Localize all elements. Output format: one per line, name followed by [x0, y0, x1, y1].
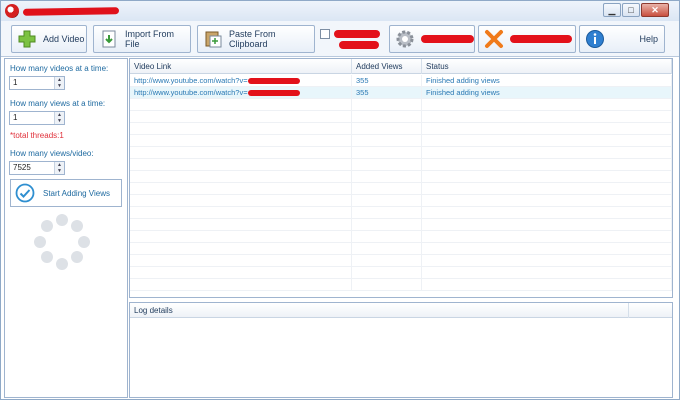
column-header-status[interactable]: Status [422, 59, 672, 74]
views-at-time-value: 1 [13, 113, 18, 122]
plus-icon [17, 29, 37, 49]
add-video-button[interactable]: Add Video [11, 25, 87, 53]
empty-row [130, 171, 672, 183]
close-button[interactable]: ✕ [641, 3, 669, 17]
clipboard-icon [203, 29, 223, 49]
spinner-dot [71, 251, 83, 263]
stepper-arrows-icon[interactable]: ▲ ▼ [54, 77, 64, 89]
views-at-time-label: How many views at a time: [10, 99, 106, 108]
spinner-dot [34, 236, 46, 248]
settings-label-redaction [421, 35, 474, 43]
settings-button[interactable] [389, 25, 475, 53]
link-redaction [247, 78, 300, 85]
spinner-dot [41, 220, 53, 232]
info-icon [585, 29, 605, 49]
empty-row [130, 207, 672, 219]
empty-row [130, 267, 672, 279]
views-per-video-label: How many views/video: [10, 149, 94, 158]
spinner-dot [41, 251, 53, 263]
empty-row [130, 99, 672, 111]
stepper-arrows-icon[interactable]: ▲ ▼ [54, 162, 64, 174]
stop-button[interactable] [478, 25, 576, 53]
video-link-cell: http://www.youtube.com/watch?v= [130, 87, 352, 99]
empty-row [130, 279, 672, 291]
empty-row [130, 183, 672, 195]
option-checkbox[interactable] [320, 29, 330, 39]
checkbox-label-redaction [334, 30, 380, 38]
start-adding-views-label: Start Adding Views [43, 188, 111, 198]
app-icon [5, 4, 19, 18]
table-header: Video Link Added Views Status [130, 59, 672, 74]
stop-label-redaction [510, 35, 572, 43]
empty-row [130, 111, 672, 123]
views-per-video-stepper[interactable]: 7525 ▲ ▼ [9, 161, 65, 175]
empty-row [130, 231, 672, 243]
help-button[interactable]: Help [579, 25, 665, 53]
videos-at-time-value: 1 [13, 78, 18, 87]
settings-panel: How many videos at a time: 1 ▲ ▼ How many… [4, 58, 128, 398]
maximize-button[interactable]: □ [622, 3, 640, 17]
views-at-time-stepper[interactable]: 1 ▲ ▼ [9, 111, 65, 125]
import-file-icon [99, 29, 119, 49]
log-header-label: Log details [134, 306, 173, 315]
table-row[interactable]: http://www.youtube.com/watch?v= 355 Fini… [130, 75, 672, 87]
status-cell: Finished adding views [422, 87, 672, 99]
import-from-file-label: Import From File [125, 29, 175, 49]
views-per-video-value: 7525 [13, 163, 31, 172]
videos-at-time-label: How many videos at a time: [10, 64, 109, 73]
video-link-text: http://www.youtube.com/watch?v= [134, 76, 248, 85]
videos-at-time-stepper[interactable]: 1 ▲ ▼ [9, 76, 65, 90]
spinner-dot [56, 258, 68, 270]
help-label: Help [639, 34, 658, 44]
video-table[interactable]: Video Link Added Views Status http://www… [129, 58, 673, 298]
added-views-cell: 355 [352, 87, 422, 99]
import-from-file-button[interactable]: Import From File [93, 25, 191, 53]
column-header-video-link[interactable]: Video Link [130, 59, 352, 74]
minimize-button[interactable]: ▁ [603, 3, 621, 17]
column-header-added-views[interactable]: Added Views [352, 59, 422, 74]
title-bar: ▁ □ ✕ [1, 1, 679, 21]
table-row[interactable]: http://www.youtube.com/watch?v= 355 Fini… [130, 87, 672, 99]
empty-row [130, 195, 672, 207]
empty-row [130, 255, 672, 267]
empty-row [130, 147, 672, 159]
title-redaction [22, 7, 120, 16]
checkmark-circle-icon [15, 183, 35, 203]
log-panel[interactable]: Log details [129, 302, 673, 398]
video-link-text: http://www.youtube.com/watch?v= [134, 88, 248, 97]
empty-row [130, 243, 672, 255]
added-views-cell: 355 [352, 75, 422, 87]
stepper-arrows-icon[interactable]: ▲ ▼ [54, 112, 64, 124]
paste-from-clipboard-label: Paste From Clipboard [229, 29, 276, 49]
status-cell: Finished adding views [422, 75, 672, 87]
start-adding-views-button[interactable]: Start Adding Views [10, 179, 122, 207]
toolbar: Add Video Import From File Paste From Cl… [1, 21, 679, 57]
spinner-dot [56, 214, 68, 226]
add-video-label: Add Video [43, 34, 85, 44]
log-header: Log details [130, 303, 672, 318]
empty-row [130, 135, 672, 147]
app-window: ▁ □ ✕ Add Video Import From File Paste F… [0, 0, 680, 400]
paste-from-clipboard-button[interactable]: Paste From Clipboard [197, 25, 315, 53]
gear-icon [395, 29, 415, 49]
log-header-divider [628, 303, 629, 318]
checkbox-label-redaction-2 [339, 41, 379, 49]
video-link-cell: http://www.youtube.com/watch?v= [130, 75, 352, 87]
spinner-dot [71, 220, 83, 232]
empty-row [130, 123, 672, 135]
empty-row [130, 219, 672, 231]
total-threads-text: *total threads:1 [10, 131, 64, 140]
link-redaction [247, 90, 300, 97]
loading-spinner-icon [34, 214, 90, 270]
empty-row [130, 159, 672, 171]
spinner-dot [78, 236, 90, 248]
x-icon [484, 29, 504, 49]
